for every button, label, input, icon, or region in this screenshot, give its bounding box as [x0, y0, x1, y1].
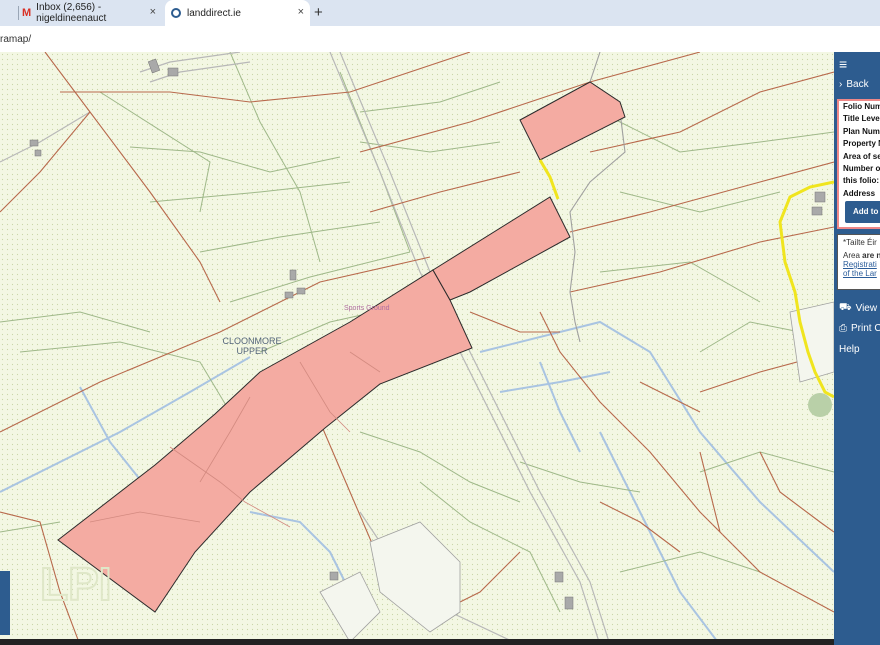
- info-row: this folio:: [843, 176, 879, 186]
- info-row: Address: [843, 188, 876, 198]
- help-label: Help: [839, 344, 860, 355]
- print-label: Print C: [851, 323, 880, 334]
- view-button[interactable]: ⛟ View E: [839, 302, 880, 315]
- info-row: Property N: [843, 139, 880, 149]
- browser-tab-bar: M Inbox (2,656) - nigeldineenauct × land…: [0, 0, 880, 26]
- lpi-watermark: LPI: [40, 558, 112, 610]
- tree-mark: [808, 393, 832, 417]
- taskbar: [0, 639, 834, 645]
- print-button[interactable]: ⎙ Print C: [839, 323, 880, 334]
- land-link[interactable]: of the Lar: [843, 269, 880, 278]
- landdirect-icon: [171, 8, 181, 18]
- info-row: Folio Num: [843, 102, 880, 111]
- notice-box: *Tailte Éir Area are n Registrati of the…: [837, 234, 880, 290]
- back-button[interactable]: › Back: [839, 79, 869, 90]
- print-icon: ⎙: [839, 323, 847, 334]
- townland-label-line2: UPPER: [236, 346, 268, 356]
- info-row: Area of se: [843, 151, 880, 161]
- notice-line2a: Area: [843, 251, 863, 260]
- tab-landdirect[interactable]: landdirect.ie ×: [165, 0, 310, 26]
- view-label: View E: [855, 303, 880, 314]
- close-icon[interactable]: ×: [150, 6, 156, 18]
- folio-info-box: Folio Num Title Level Plan Num Property …: [837, 99, 880, 229]
- back-icon: ›: [839, 79, 843, 90]
- tab-gmail[interactable]: M Inbox (2,656) - nigeldineenauct ×: [22, 0, 162, 26]
- info-row: Title Level: [843, 114, 880, 124]
- cart-icon: ⛟: [839, 302, 852, 313]
- gmail-icon: M: [22, 7, 32, 19]
- sports-ground-label: Sports Ground: [344, 305, 390, 312]
- notice-line1: *Tailte Éir: [843, 238, 877, 247]
- address-bar[interactable]: ramap/: [0, 26, 880, 52]
- notice-line2b: are n: [862, 251, 880, 260]
- tab-landdirect-label: landdirect.ie: [187, 7, 241, 19]
- add-to-button[interactable]: Add to: [845, 201, 880, 223]
- tab-separator: [18, 6, 19, 20]
- address-text: ramap/: [0, 34, 32, 45]
- new-tab-button[interactable]: +: [314, 4, 323, 21]
- townland-label-line1: CLOONMORE: [222, 336, 281, 346]
- hamburger-icon[interactable]: ≡: [839, 56, 847, 72]
- tab-gmail-label: Inbox (2,656) - nigeldineenauct: [36, 2, 107, 24]
- close-icon[interactable]: ×: [298, 6, 304, 18]
- side-tab[interactable]: [0, 571, 10, 635]
- info-row: Number o: [843, 163, 880, 173]
- map-canvas[interactable]: CLOONMORE UPPER Sports Ground LPI: [0, 52, 834, 645]
- help-button[interactable]: Help: [839, 344, 860, 355]
- registration-link[interactable]: Registrati: [843, 260, 880, 269]
- info-row: Plan Num: [843, 126, 880, 136]
- map-view[interactable]: CLOONMORE UPPER Sports Ground LPI: [0, 52, 834, 645]
- back-label: Back: [846, 79, 869, 90]
